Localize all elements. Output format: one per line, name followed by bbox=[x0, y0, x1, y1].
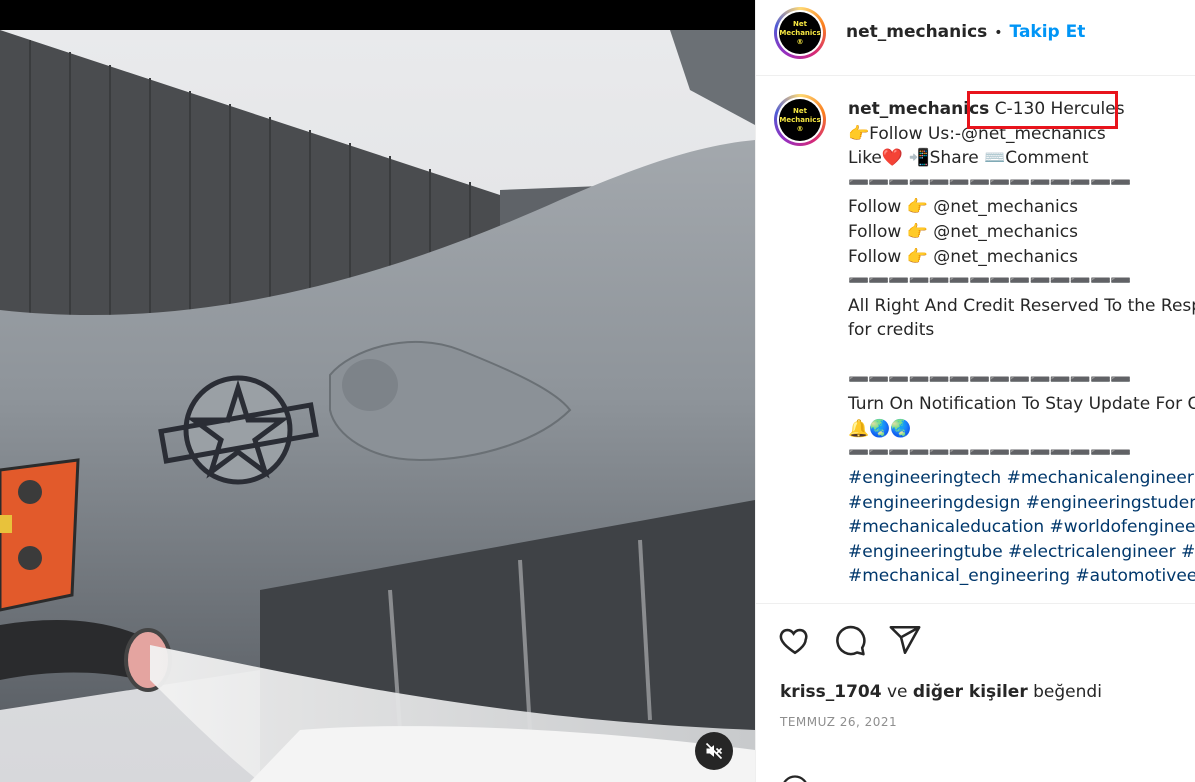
caption-line: ➖➖➖➖➖➖➖➖➖➖➖➖➖➖ bbox=[848, 443, 1131, 464]
heart-icon[interactable] bbox=[778, 623, 812, 657]
caption-line: Like❤️ 📲Share ⌨️Comment bbox=[848, 148, 1089, 169]
post-header: Net Mechanics ® net_mechanics • Takip Et bbox=[756, 0, 1195, 76]
caption-line bbox=[848, 343, 1195, 368]
emoji-icon[interactable] bbox=[780, 774, 810, 782]
post-media[interactable] bbox=[0, 0, 755, 782]
highlight-annotation bbox=[967, 91, 1118, 129]
caption-line: ➖➖➖➖➖➖➖➖➖➖➖➖➖➖ bbox=[848, 369, 1131, 390]
avatar-logo: Net Mechanics ® bbox=[779, 12, 821, 54]
caption-line[interactable]: #engineeringtube #electricalengineer #en bbox=[848, 540, 1195, 565]
caption-avatar-text-2: Mechanics ® bbox=[779, 115, 821, 133]
caption-avatar-text-1: Net bbox=[793, 106, 807, 115]
post-caption: net_mechanics C-130 Hercules 👉Follow Us:… bbox=[848, 97, 1195, 589]
video-frame bbox=[0, 30, 755, 782]
avatar-text-1: Net bbox=[793, 19, 807, 28]
likes-summary: kriss_1704 ve diğer kişiler beğendi bbox=[780, 682, 1102, 702]
post-actions: kriss_1704 ve diğer kişiler beğendi TEMM… bbox=[756, 603, 1195, 782]
share-icon[interactable] bbox=[888, 623, 922, 657]
liked-by-user[interactable]: kriss_1704 bbox=[780, 682, 882, 702]
caption-line[interactable]: Follow 👉 @net_mechanics bbox=[848, 220, 1195, 245]
mute-toggle-button[interactable] bbox=[695, 732, 733, 770]
caption-line: Turn On Notification To Stay Update For … bbox=[848, 394, 1195, 415]
header-separator: • bbox=[994, 25, 1003, 41]
caption-line[interactable]: #mechanicaleducation #worldofengineer bbox=[848, 515, 1195, 540]
caption-line[interactable]: #engineeringtech #mechanicalengineer # bbox=[848, 466, 1195, 491]
caption-line: ➖➖➖➖➖➖➖➖➖➖➖➖➖➖ bbox=[848, 172, 1131, 193]
caption-line[interactable]: #engineeringdesign #engineeringstudent bbox=[848, 491, 1195, 516]
caption-avatar-ring: Net Mechanics ® bbox=[777, 97, 823, 143]
avatar[interactable]: Net Mechanics ® bbox=[774, 7, 826, 59]
caption-line[interactable]: Follow 👉 @net_mechanics bbox=[848, 245, 1195, 270]
caption-line: All Right And Credit Reserved To the Res… bbox=[848, 295, 1195, 316]
muted-speaker-icon bbox=[705, 742, 723, 760]
liked-by-others[interactable]: diğer kişiler bbox=[913, 682, 1028, 702]
caption-line: for credits bbox=[848, 320, 935, 341]
caption-avatar[interactable]: Net Mechanics ® bbox=[774, 94, 826, 146]
post-date[interactable]: TEMMUZ 26, 2021 bbox=[780, 715, 897, 729]
follow-button[interactable]: Takip Et bbox=[1010, 22, 1086, 42]
liked-by-middle: ve bbox=[881, 682, 913, 702]
header-username[interactable]: net_mechanics bbox=[846, 22, 987, 42]
liked-by-suffix: beğendi bbox=[1027, 682, 1102, 702]
caption-line: ➖➖➖➖➖➖➖➖➖➖➖➖➖➖ bbox=[848, 271, 1131, 292]
media-top-bar bbox=[0, 0, 755, 30]
avatar-text-2: Mechanics ® bbox=[779, 28, 821, 46]
caption-body: 👉Follow Us:-@net_mechanics Like❤️ 📲Share … bbox=[848, 122, 1195, 589]
post-panel: Net Mechanics ® net_mechanics • Takip Et N… bbox=[755, 0, 1195, 782]
caption-line[interactable]: Follow 👉 @net_mechanics bbox=[848, 195, 1195, 220]
comment-icon[interactable] bbox=[833, 623, 867, 657]
caption-avatar-logo: Net Mechanics ® bbox=[779, 99, 821, 141]
avatar-ring: Net Mechanics ® bbox=[777, 10, 823, 56]
caption-line: 🔔🌏🌏 bbox=[848, 418, 912, 439]
caption-line[interactable]: #mechanical_engineering #automotiveen bbox=[848, 564, 1195, 589]
